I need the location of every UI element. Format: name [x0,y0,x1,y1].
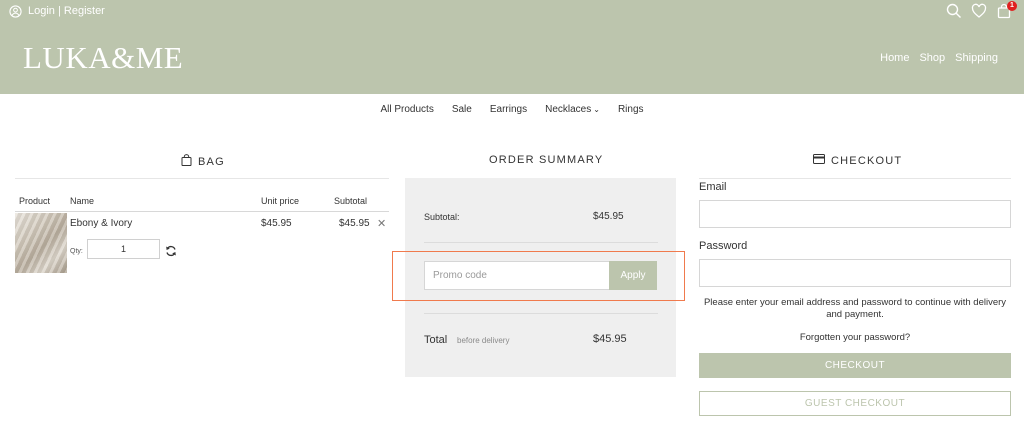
col-subtotal: Subtotal [334,196,368,206]
product-subtotal: $45.95 [339,218,370,229]
login-register-link[interactable]: Login | Register [9,4,105,18]
col-name: Name [70,196,95,206]
login-instructions: Please enter your email address and pass… [703,297,1007,320]
site-header: Login | Register LUKA&ME 1 Home Shop Shi… [0,0,1024,94]
chevron-down-icon: ⌄ [593,105,600,114]
checkout-title-text: CHECKOUT [831,154,903,167]
total-value: $45.95 [593,333,627,345]
cart-count-badge: 1 [1007,1,1017,11]
search-icon[interactable] [946,3,962,19]
checkout-button[interactable]: CHECKOUT [699,353,1011,378]
apply-promo-button[interactable]: Apply [609,261,657,290]
product-image[interactable] [15,213,67,273]
forgot-password-link[interactable]: Forgotten your password? [699,332,1011,343]
bag-title: BAG [181,154,225,169]
refresh-icon[interactable] [165,244,177,262]
product-name[interactable]: Ebony & Ivory [70,218,132,229]
summary-divider-top [424,242,658,243]
category-all-products[interactable]: All Products [380,104,433,115]
category-nav: All Products Sale Earrings Necklaces ⌄ Ri… [0,104,1024,115]
header-icons: 1 [946,1,1017,19]
order-summary-title: ORDER SUMMARY [489,154,604,166]
brand-logo[interactable]: LUKA&ME [23,40,183,76]
col-unit-price: Unit price [261,196,300,206]
category-necklaces-label: Necklaces [545,104,592,115]
guest-checkout-button[interactable]: GUEST CHECKOUT [699,391,1011,416]
nav-home[interactable]: Home [880,52,909,64]
checkout-title: CHECKOUT [813,154,902,167]
summary-divider-bottom [424,313,658,314]
subtotal-value: $45.95 [593,211,624,222]
category-necklaces[interactable]: Necklaces ⌄ [545,104,600,115]
password-field[interactable] [699,259,1011,287]
category-earrings[interactable]: Earrings [490,104,527,115]
qty-label: Qty: [70,248,83,255]
main-nav: Home Shop Shipping [880,52,998,64]
nav-shop[interactable]: Shop [919,52,945,64]
bag-title-text: BAG [198,155,225,168]
bag-icon [181,154,192,169]
checkout-divider [699,178,1011,179]
remove-item-icon[interactable]: ✕ [377,217,386,230]
promo-code-input[interactable] [424,261,610,290]
password-label: Password [699,240,748,252]
nav-shipping[interactable]: Shipping [955,52,998,64]
wishlist-heart-icon[interactable] [971,3,987,19]
email-field[interactable] [699,200,1011,228]
category-rings[interactable]: Rings [618,104,644,115]
login-register-text: Login | Register [28,5,105,17]
category-sale[interactable]: Sale [452,104,472,115]
product-unit-price: $45.95 [261,218,292,229]
bag-header-line [15,211,389,212]
credit-card-icon [813,154,825,167]
col-product: Product [19,196,51,206]
email-label: Email [699,181,727,193]
shopping-bag-icon[interactable]: 1 [996,1,1017,19]
subtotal-label: Subtotal: [424,212,460,222]
user-icon [9,4,22,18]
bag-divider [15,178,389,179]
quantity-input[interactable] [87,239,160,259]
total-label: Total [424,334,448,346]
total-before-delivery: before delivery [457,336,510,345]
